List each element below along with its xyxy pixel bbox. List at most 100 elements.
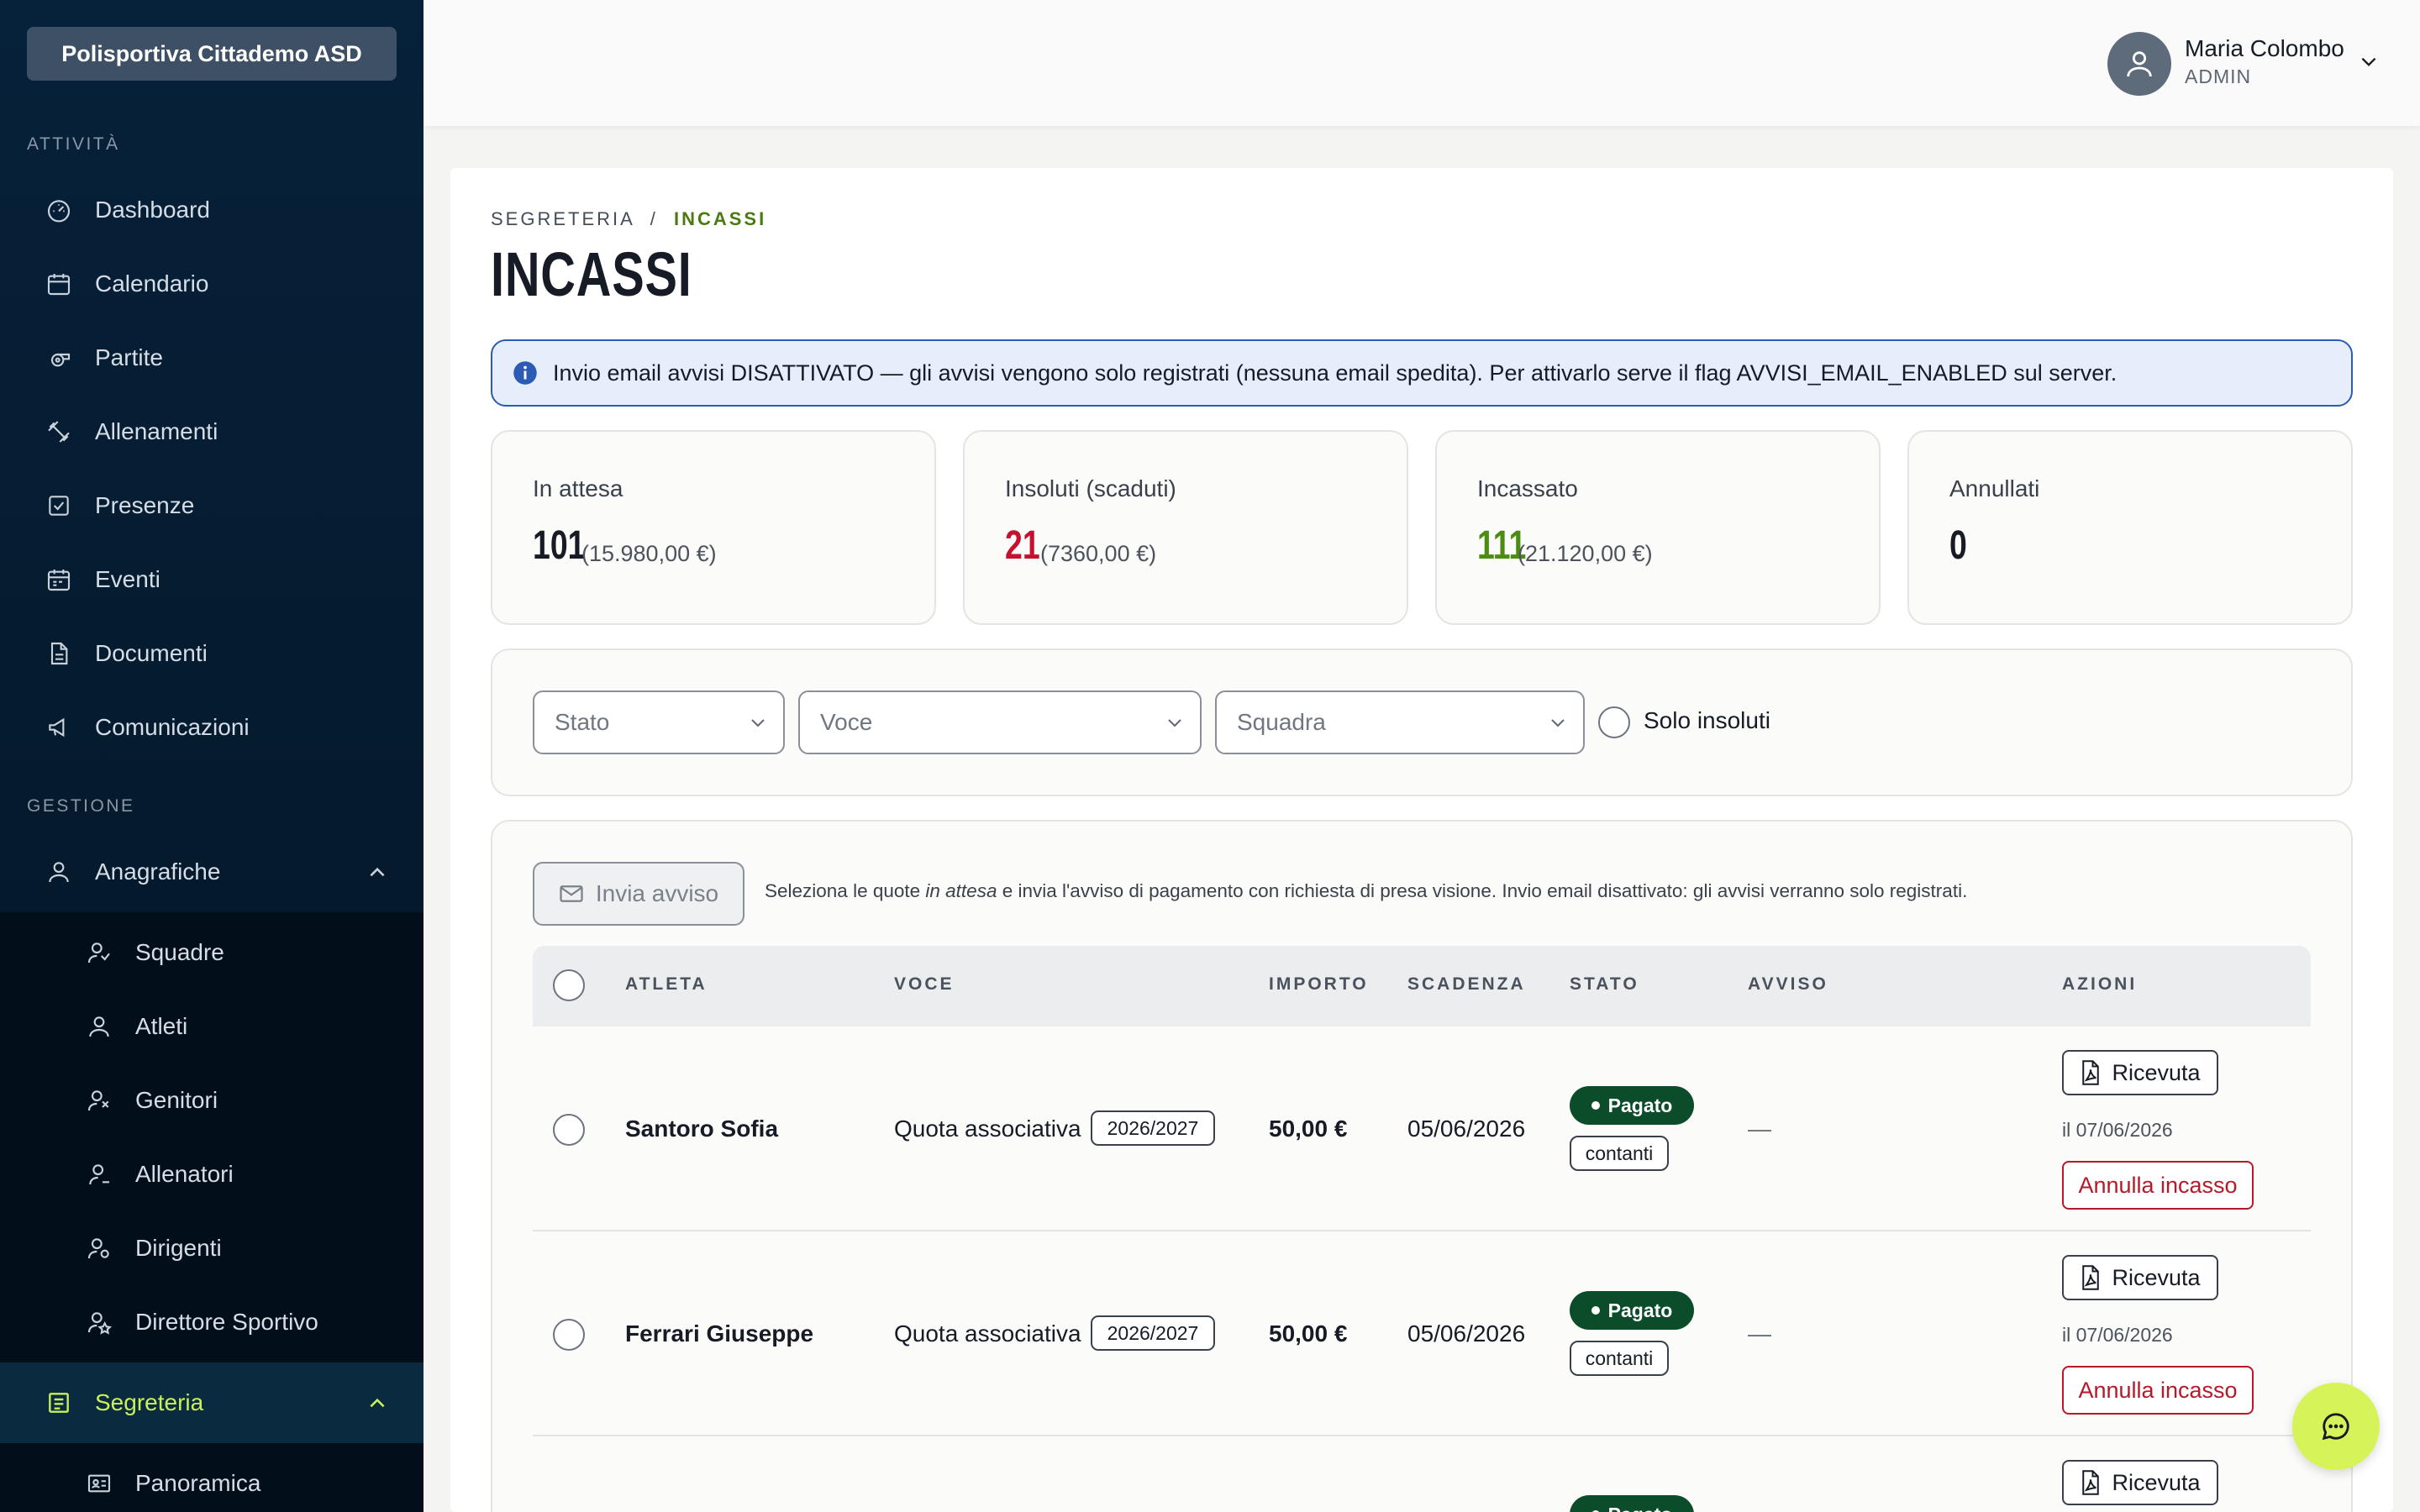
column-header-stato[interactable]: STATO bbox=[1570, 974, 1639, 995]
payment-date: il 07/06/2026 bbox=[2062, 1119, 2173, 1141]
sidebar-item-calendario[interactable]: Calendario bbox=[0, 247, 424, 321]
column-header-avviso[interactable]: AVVISO bbox=[1748, 974, 1828, 995]
ricevuta-button[interactable]: Ricevuta bbox=[2062, 1050, 2218, 1095]
sidebar-item-label: Dirigenti bbox=[135, 1235, 222, 1261]
invia-avviso-label: Invia avviso bbox=[595, 880, 719, 906]
ricevuta-button[interactable]: Ricevuta bbox=[2062, 1460, 2218, 1505]
stat-amount: (15.980,00 €) bbox=[581, 541, 717, 566]
sidebar: Polisportiva Cittademo ASD ATTIVITÀ Dash… bbox=[0, 0, 424, 1512]
row-voce: Quota associativa bbox=[894, 1116, 1081, 1142]
user-icon bbox=[89, 1016, 109, 1037]
id-card-icon bbox=[87, 1474, 111, 1493]
invia-avviso-button[interactable]: Invia avviso bbox=[533, 862, 744, 926]
sidebar-item-label: Genitori bbox=[135, 1087, 218, 1113]
payment-date: il 07/06/2026 bbox=[2062, 1324, 2173, 1346]
user-star-icon bbox=[87, 1312, 113, 1335]
info-banner-text: Invio email avvisi DISATTIVATO — gli avv… bbox=[553, 360, 2118, 386]
sidebar-item-label: Atleti bbox=[135, 1013, 188, 1039]
stat-count: 21 bbox=[1005, 523, 1040, 568]
payment-method-tag: contanti bbox=[1570, 1341, 1669, 1376]
stat-title: Incassato bbox=[1477, 475, 1578, 501]
chevron-down-icon bbox=[751, 719, 765, 727]
sidebar-item-allenamenti[interactable]: Allenamenti bbox=[0, 395, 424, 469]
dumbbell-icon bbox=[48, 421, 70, 443]
whistle-icon bbox=[50, 353, 71, 367]
sidebar-item-label: Comunicazioni bbox=[95, 714, 250, 740]
sidebar-item-eventi[interactable]: Eventi bbox=[0, 543, 424, 617]
ricevuta-label: Ricevuta bbox=[2112, 1059, 2201, 1085]
sidebar-item-squadre[interactable]: Squadre bbox=[0, 916, 424, 990]
status-badge-label: Pagato bbox=[1608, 1504, 1673, 1512]
sidebar-item-atleti[interactable]: Atleti bbox=[0, 990, 424, 1063]
user-name[interactable]: Maria Colombo bbox=[2185, 35, 2344, 62]
row-checkbox[interactable] bbox=[553, 1319, 585, 1351]
hint-text: Seleziona le quote bbox=[765, 880, 926, 901]
breadcrumb-parent[interactable]: SEGRETERIA bbox=[491, 208, 634, 229]
hint-emphasis: in attesa bbox=[925, 880, 997, 901]
payment-method-tag: contanti bbox=[1570, 1136, 1669, 1171]
sidebar-item-label: Direttore Sportivo bbox=[135, 1309, 318, 1335]
sidebar-item-dirigenti[interactable]: Dirigenti bbox=[0, 1211, 424, 1285]
breadcrumb: SEGRETERIA / INCASSI bbox=[491, 208, 766, 230]
ricevuta-button[interactable]: Ricevuta bbox=[2062, 1255, 2218, 1300]
sidebar-item-segreteria[interactable]: Segreteria bbox=[0, 1362, 424, 1443]
stat-card-insoluti: Insoluti (scaduti) 21 (7360,00 €) bbox=[963, 430, 1408, 625]
row-anno-tag: 2026/2027 bbox=[1091, 1110, 1215, 1146]
sidebar-item-label: Segreteria bbox=[95, 1389, 204, 1415]
sidebar-item-presenze[interactable]: Presenze bbox=[0, 469, 424, 543]
status-badge: Pagato bbox=[1570, 1086, 1694, 1125]
calendar-icon bbox=[47, 274, 71, 296]
stat-count: 101 bbox=[533, 523, 586, 568]
row-scadenza: 05/06/2026 bbox=[1407, 1116, 1526, 1142]
document-icon bbox=[50, 642, 68, 665]
column-header-importo[interactable]: IMPORTO bbox=[1269, 974, 1369, 995]
sidebar-item-direttore-sportivo[interactable]: Direttore Sportivo bbox=[0, 1285, 424, 1359]
annulla-incasso-button[interactable]: Annulla incasso bbox=[2062, 1366, 2254, 1415]
sidebar-item-panoramica[interactable]: Panoramica bbox=[0, 1446, 424, 1512]
info-banner: Invio email avvisi DISATTIVATO — gli avv… bbox=[491, 339, 2353, 407]
user-settings-icon bbox=[87, 1238, 109, 1259]
checkbox-icon bbox=[49, 496, 69, 516]
org-switcher[interactable]: Polisportiva Cittademo ASD bbox=[27, 27, 397, 81]
filter-voce-select[interactable]: Voce bbox=[798, 690, 1202, 754]
select-all-checkbox[interactable] bbox=[553, 969, 585, 1001]
filter-stato-select[interactable]: Stato bbox=[533, 690, 785, 754]
sidebar-item-anagrafiche[interactable]: Anagrafiche bbox=[0, 835, 424, 909]
filter-squadra-select[interactable]: Squadra bbox=[1215, 690, 1585, 754]
status-badge-label: Pagato bbox=[1607, 1094, 1673, 1116]
gauge-icon bbox=[47, 200, 71, 223]
column-header-atleta[interactable]: ATLETA bbox=[625, 974, 708, 995]
solo-insoluti-checkbox[interactable] bbox=[1598, 706, 1630, 738]
sidebar-item-partite[interactable]: Partite bbox=[0, 321, 424, 395]
solo-insoluti-label[interactable]: Solo insoluti bbox=[1644, 707, 1770, 734]
sidebar-item-label: Squadre bbox=[135, 939, 224, 965]
stat-card-annullati: Annullati 0 bbox=[1907, 430, 2353, 625]
ricevuta-label: Ricevuta bbox=[2112, 1264, 2201, 1290]
sidebar-item-label: Partite bbox=[95, 344, 163, 370]
row-importo: 50,00 € bbox=[1269, 1116, 1348, 1142]
chevron-down-icon[interactable] bbox=[2358, 54, 2380, 71]
stat-count: 0 bbox=[1949, 523, 1967, 568]
chevron-up-icon[interactable] bbox=[366, 1394, 388, 1411]
row-avviso: — bbox=[1748, 1320, 1771, 1347]
chat-button[interactable] bbox=[2292, 1383, 2380, 1470]
row-checkbox[interactable] bbox=[553, 1114, 585, 1146]
status-badge: Pagato bbox=[1570, 1291, 1694, 1330]
row-voce: Quota associativa bbox=[894, 1320, 1081, 1347]
sidebar-item-dashboard[interactable]: Dashboard bbox=[0, 173, 424, 247]
section-label-attivita: ATTIVITÀ bbox=[27, 134, 120, 154]
sidebar-item-documenti[interactable]: Documenti bbox=[0, 617, 424, 690]
annulla-incasso-button[interactable]: Annulla incasso bbox=[2062, 1161, 2254, 1210]
sidebar-item-label: Panoramica bbox=[135, 1470, 261, 1496]
status-dot-icon bbox=[1591, 1306, 1600, 1315]
column-header-scadenza[interactable]: SCADENZA bbox=[1407, 974, 1526, 995]
chevron-up-icon[interactable] bbox=[366, 864, 388, 880]
column-header-voce[interactable]: VOCE bbox=[894, 974, 955, 995]
sidebar-item-genitori[interactable]: Genitori bbox=[0, 1063, 424, 1137]
select-placeholder: Stato bbox=[555, 709, 610, 735]
sidebar-item-allenatori[interactable]: Allenatori bbox=[0, 1137, 424, 1211]
sidebar-item-label: Presenze bbox=[95, 492, 195, 518]
sidebar-item-comunicazioni[interactable]: Comunicazioni bbox=[0, 690, 424, 764]
row-importo: 50,00 € bbox=[1269, 1320, 1348, 1347]
avatar[interactable] bbox=[2107, 32, 2171, 96]
